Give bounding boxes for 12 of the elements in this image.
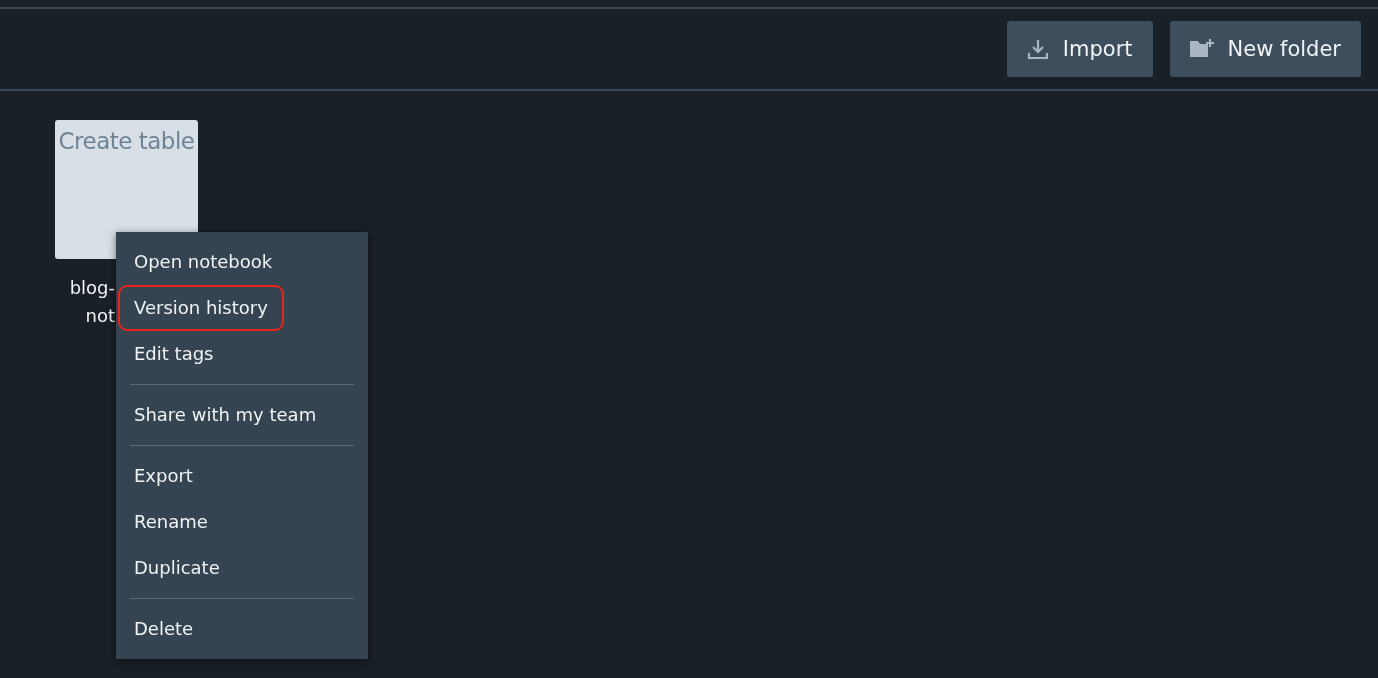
menu-item[interactable]: Duplicate: [118, 545, 236, 591]
notebook-name: blog- not: [68, 276, 115, 328]
folder-plus-icon: [1189, 39, 1214, 59]
import-button[interactable]: Import: [1006, 21, 1153, 77]
new-folder-button[interactable]: New folder: [1169, 21, 1361, 77]
menu-item[interactable]: Share with my team: [118, 392, 333, 438]
download-icon: [1026, 38, 1049, 60]
menu-item[interactable]: Export: [118, 453, 209, 499]
menu-item[interactable]: Rename: [118, 499, 224, 545]
menu-item[interactable]: Edit tags: [118, 331, 230, 377]
menu-item[interactable]: Delete: [118, 606, 210, 652]
menu-item[interactable]: Version history: [118, 285, 284, 331]
